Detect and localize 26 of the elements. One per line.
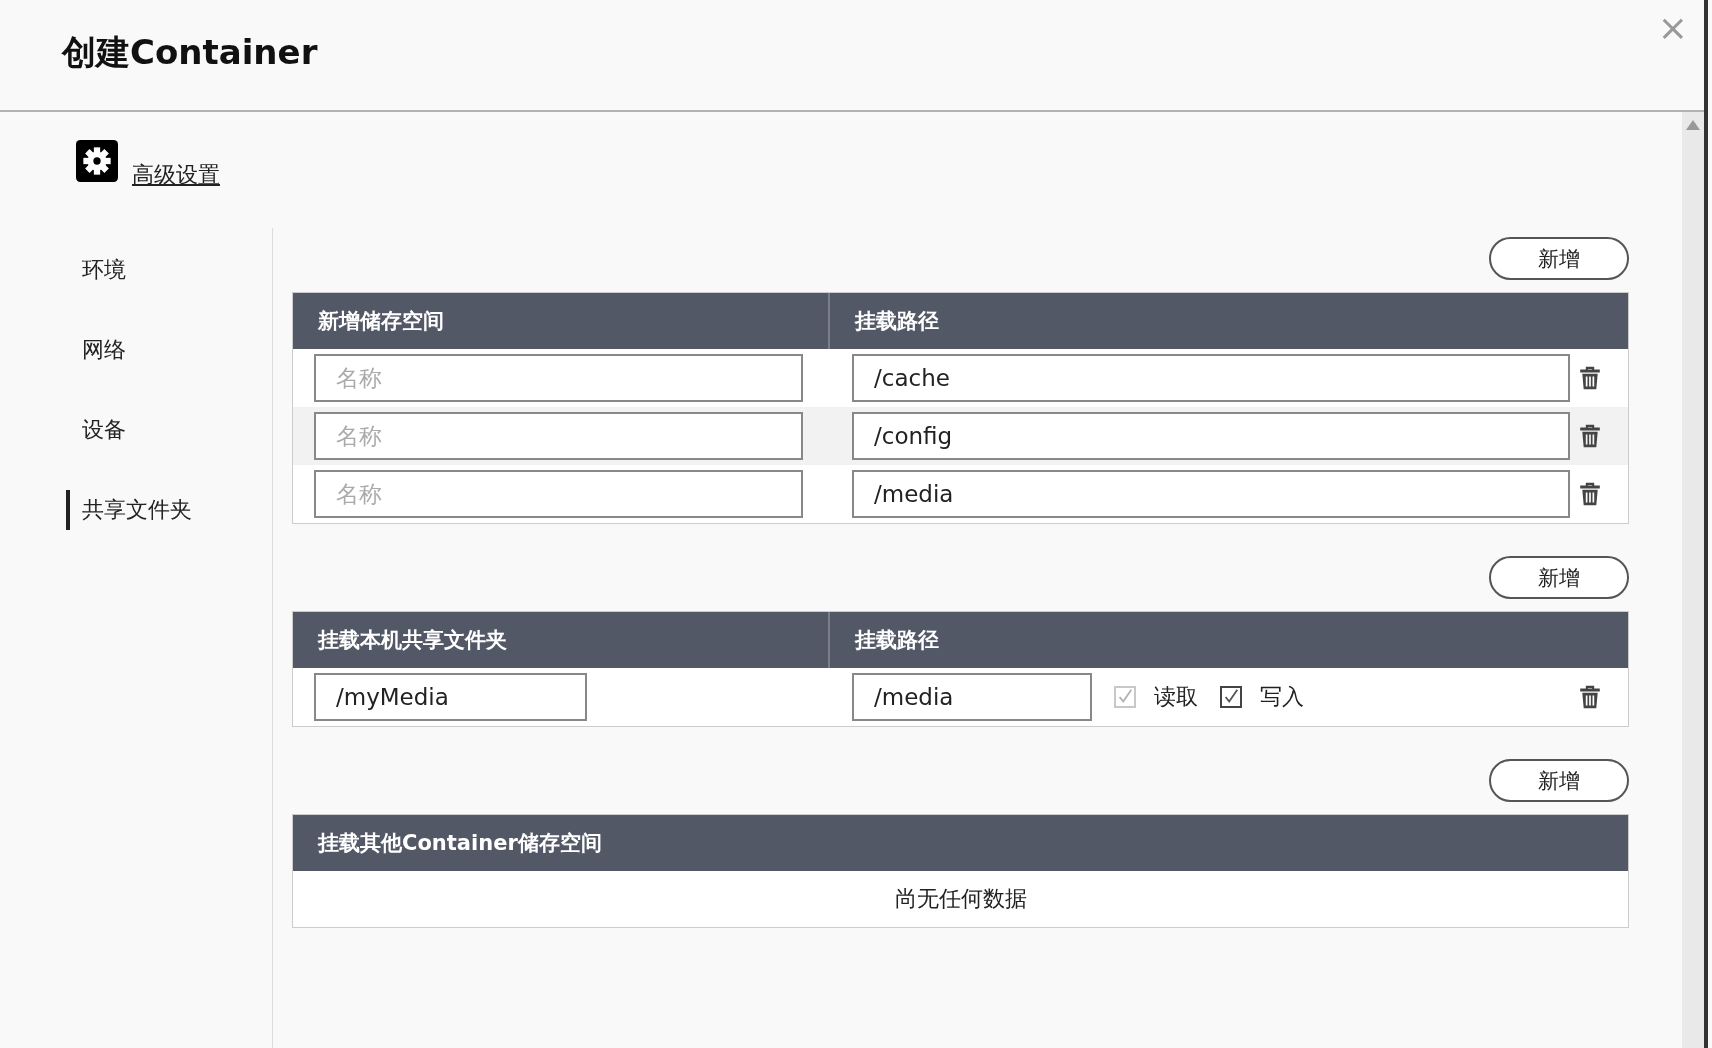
column-header: 挂载其他Container储存空间 (316, 830, 603, 857)
sidebar-item[interactable]: 设备 (66, 410, 272, 450)
add-button[interactable]: 新增 (1489, 556, 1629, 599)
empty-message: 尚无任何数据 (893, 885, 1028, 913)
checkbox-label: 读取 (1154, 683, 1198, 711)
sidebar-item[interactable]: 环境 (66, 250, 272, 290)
sidebar-item[interactable]: 共享文件夹 (66, 490, 272, 530)
name-input-field[interactable]: 名称 (314, 470, 803, 518)
gear-icon (76, 140, 118, 182)
path-input-field[interactable]: /media (852, 470, 1570, 518)
dialog-title: 创建Container (62, 31, 318, 74)
name-input-field[interactable]: 名称 (314, 354, 803, 402)
add-button[interactable]: 新增 (1489, 237, 1629, 280)
scrollbar[interactable] (1682, 112, 1704, 1048)
column-header: 挂载路径 (853, 627, 940, 654)
path-input-field[interactable]: /myMedia (314, 673, 587, 721)
path-input-field[interactable]: /media (852, 673, 1092, 721)
column-header: 挂载路径 (853, 308, 940, 335)
add-button[interactable]: 新增 (1489, 759, 1629, 802)
path-input-field[interactable]: /config (852, 412, 1570, 460)
name-input-field[interactable]: 名称 (314, 412, 803, 460)
checkbox-label: 写入 (1260, 683, 1304, 711)
checkbox[interactable] (1220, 686, 1242, 708)
path-input-field[interactable]: /cache (852, 354, 1570, 402)
sidebar-item[interactable]: 网络 (66, 330, 272, 370)
section-link[interactable]: 高级设置 (132, 160, 220, 190)
